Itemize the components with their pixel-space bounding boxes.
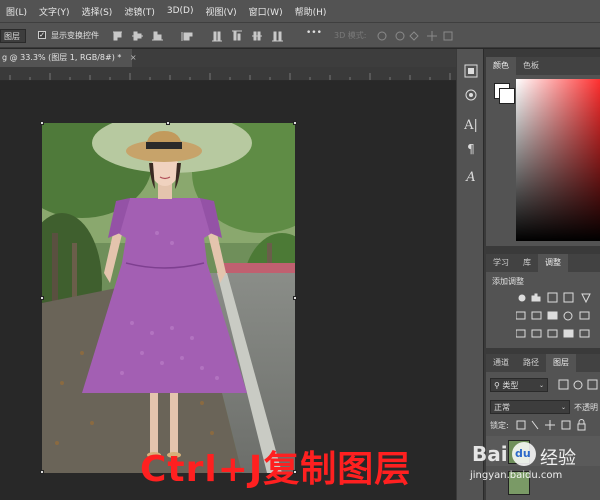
character-icon: A| <box>464 117 478 133</box>
3d-mode-icons[interactable] <box>376 29 456 43</box>
more-options-button[interactable]: ••• <box>306 28 322 38</box>
blend-mode-value: 正常 <box>494 403 510 412</box>
watermark-brand: Bai <box>472 442 508 466</box>
adjustment-icons[interactable] <box>516 292 600 342</box>
search-icon: ⚲ <box>494 381 500 390</box>
menu-layer[interactable]: 图(L) <box>0 5 33 18</box>
properties-panel-icon[interactable] <box>457 83 485 107</box>
show-transform-checkbox[interactable]: ✓ <box>38 31 46 39</box>
close-icon[interactable]: × <box>130 53 137 62</box>
auto-select-value: 图层 <box>4 32 20 41</box>
blend-mode-dropdown[interactable]: 正常 ⌄ <box>490 400 570 414</box>
instruction-caption: Ctrl+J复制图层 <box>140 449 412 490</box>
character-panel-icon[interactable]: A| <box>457 113 485 137</box>
opacity-label: 不透明 <box>574 403 598 412</box>
menu-window[interactable]: 窗口(W) <box>243 5 289 18</box>
lock-label: 锁定: <box>490 421 509 430</box>
color-panel-tabs: 颜色 色板 <box>486 57 600 75</box>
background-color-swatch[interactable] <box>499 88 515 104</box>
history-icon <box>464 64 478 78</box>
panel-icon-strip: A| ¶ A <box>456 49 484 500</box>
properties-icon <box>465 89 477 101</box>
menu-bar: 图(L) 文字(Y) 选择(S) 滤镜(T) 3D(D) 视图(V) 窗口(W)… <box>0 0 600 22</box>
transform-handle[interactable] <box>293 121 297 125</box>
ruler-ticks <box>9 73 451 80</box>
paragraph-icon: ¶ <box>467 142 475 156</box>
paw-logo-icon: du <box>512 442 536 466</box>
adjustments-panel: 学习 库 调整 添加调整 <box>486 254 600 348</box>
menu-select[interactable]: 选择(S) <box>76 5 119 18</box>
tab-learn[interactable]: 学习 <box>486 254 516 272</box>
menu-help[interactable]: 帮助(H) <box>289 5 333 18</box>
align-icons[interactable] <box>112 30 302 42</box>
color-spectrum-field[interactable] <box>516 79 600 241</box>
add-adjustment-title: 添加调整 <box>492 277 524 286</box>
check-icon: ✓ <box>39 31 45 39</box>
tab-channels[interactable]: 通道 <box>486 354 516 372</box>
watermark-url: jingyan.baidu.com <box>470 470 563 481</box>
adjustments-panel-tabs: 学习 库 调整 <box>486 254 600 272</box>
paragraph-panel-icon[interactable]: ¶ <box>457 137 485 161</box>
options-bar: 图层⌄ ✓ 显示变换控件 ••• 3D 模式: <box>0 22 600 55</box>
transform-handle[interactable] <box>293 296 297 300</box>
transform-handle[interactable] <box>40 121 44 125</box>
history-panel-icon[interactable] <box>457 59 485 83</box>
layers-panel-tabs: 通道 路径 图层 <box>486 354 600 372</box>
photo-layer[interactable] <box>42 123 295 473</box>
watermark-experience: 经验 <box>540 448 576 469</box>
menu-view[interactable]: 视图(V) <box>199 5 242 18</box>
menu-filter[interactable]: 滤镜(T) <box>118 5 161 18</box>
layer-kind-label: 类型 <box>502 381 519 390</box>
photo-woman-in-purple-dress <box>42 123 295 473</box>
document-tab-title: g @ 33.3% (图层 1, RGB/8#) * <box>2 53 122 62</box>
tab-swatches[interactable]: 色板 <box>516 57 546 75</box>
layer-filter-icons[interactable] <box>558 379 600 391</box>
show-transform-label: 显示变换控件 <box>51 31 99 40</box>
document-tab[interactable]: g @ 33.3% (图层 1, RGB/8#) * × <box>0 49 137 67</box>
glyphs-panel-icon[interactable]: A <box>457 165 485 189</box>
watermark: Bai du 经验 jingyan.baidu.com <box>470 440 600 500</box>
tab-libraries[interactable]: 库 <box>516 254 538 272</box>
tab-layers[interactable]: 图层 <box>546 354 576 372</box>
glyphs-icon: A <box>466 169 476 185</box>
horizontal-ruler <box>0 67 456 81</box>
chevron-down-icon: ⌄ <box>538 382 544 389</box>
transform-handle[interactable] <box>40 296 44 300</box>
chevron-down-icon: ⌄ <box>560 404 566 411</box>
transform-handle[interactable] <box>40 470 44 474</box>
3d-mode-label: 3D 模式: <box>334 31 367 40</box>
layer-kind-filter[interactable]: ⚲ 类型 ⌄ <box>490 378 548 392</box>
tab-color[interactable]: 颜色 <box>486 57 516 75</box>
watermark-logo-text: du <box>515 447 531 460</box>
color-panel: 颜色 色板 <box>486 57 600 246</box>
auto-select-dropdown[interactable]: 图层⌄ <box>0 29 26 55</box>
transform-handle[interactable] <box>166 121 170 125</box>
menu-3d[interactable]: 3D(D) <box>161 6 200 16</box>
lock-icons[interactable] <box>516 419 600 431</box>
menu-type[interactable]: 文字(Y) <box>33 5 76 18</box>
tab-paths[interactable]: 路径 <box>516 354 546 372</box>
tab-adjustments[interactable]: 调整 <box>538 254 568 272</box>
